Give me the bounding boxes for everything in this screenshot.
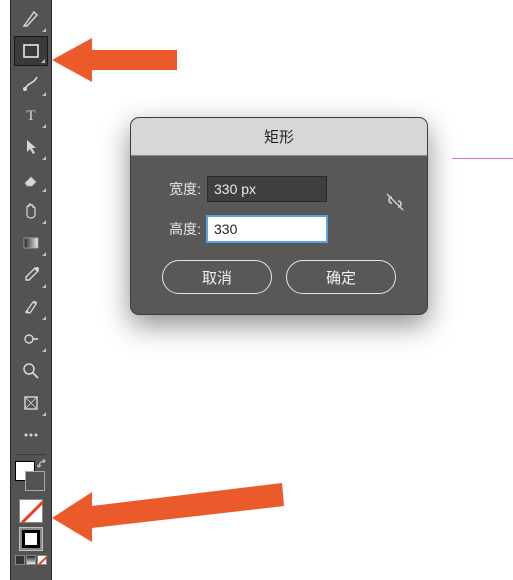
dodge-tool[interactable] [14,324,48,354]
width-label: 宽度: [149,179,201,199]
healing-brush-tool[interactable] [14,292,48,322]
hand-tool[interactable] [14,196,48,226]
submenu-indicator [42,412,46,416]
submenu-indicator [42,252,46,256]
background-swatch[interactable] [25,471,45,491]
submenu-indicator [42,220,46,224]
submenu-indicator [42,156,46,160]
toolbar-divider [16,454,46,455]
path-selection-tool[interactable] [14,132,48,162]
submenu-indicator [42,188,46,192]
rectangle-dialog: 矩形 宽度: 高度: 取消 确定 [130,117,428,315]
cancel-button[interactable]: 取消 [162,260,272,294]
submenu-indicator [42,348,46,352]
type-tool[interactable]: T [14,100,48,130]
link-dimensions-icon[interactable] [385,192,405,217]
mode-mini-swatches[interactable] [11,555,51,565]
guide-line [452,158,513,159]
width-input[interactable] [207,176,327,202]
submenu-indicator [42,28,46,32]
submenu-indicator [42,316,46,320]
frame-tool[interactable] [14,388,48,418]
submenu-indicator [42,92,46,96]
tools-toolbar: T [10,0,52,580]
height-label: 高度: [149,219,201,239]
height-input[interactable] [207,216,327,242]
svg-text:T: T [26,108,35,124]
stroke-mode-swatch[interactable] [19,527,43,551]
rectangle-tool[interactable] [14,36,48,66]
no-fill-swatch[interactable] [19,499,43,523]
submenu-indicator [42,284,46,288]
brush-tool[interactable] [14,68,48,98]
eyedropper-tool[interactable] [14,260,48,290]
dialog-title: 矩形 [131,118,427,156]
zoom-tool[interactable] [14,356,48,386]
more-tool[interactable] [14,420,48,450]
submenu-indicator [42,124,46,128]
ok-button[interactable]: 确定 [286,260,396,294]
gradient-tool[interactable] [14,228,48,258]
eraser-tool[interactable] [14,164,48,194]
pen-tool[interactable] [14,4,48,34]
submenu-indicator [41,59,45,63]
color-swatches[interactable] [13,461,49,493]
swap-colors-icon[interactable] [37,459,49,471]
